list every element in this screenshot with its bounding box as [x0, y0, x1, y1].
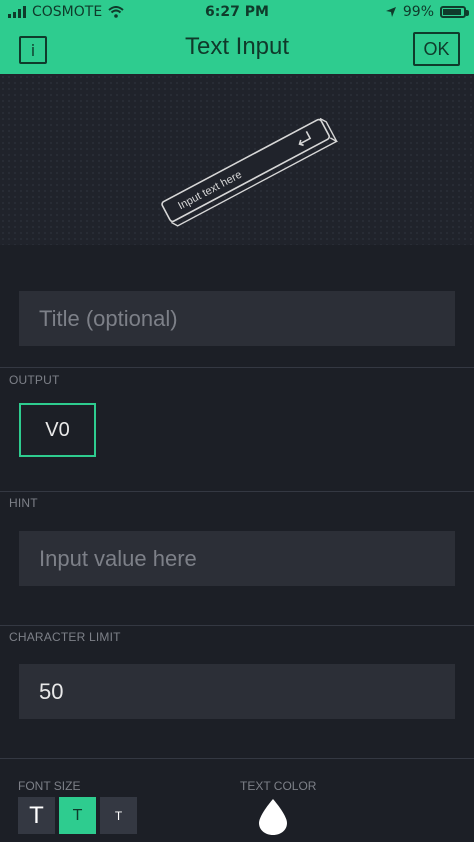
widget-preview: Input text here [0, 74, 474, 245]
output-pin-value: V0 [45, 418, 70, 441]
title-placeholder: Title (optional) [39, 305, 178, 331]
drop-icon[interactable] [255, 797, 291, 837]
hint-label: HINT [9, 496, 38, 510]
app-header: COSMOTE 6:27 PM 99% i Text Input OK [0, 0, 474, 74]
font-size-medium-label: T [72, 806, 83, 824]
battery-percent: 99% [402, 4, 434, 20]
output-label: OUTPUT [9, 373, 60, 387]
title-bar: i Text Input OK [0, 24, 474, 74]
hint-input[interactable]: Input value here [19, 531, 455, 586]
text-input-widget-preview: Input text here [161, 117, 339, 227]
font-size-medium-button[interactable]: T [59, 797, 96, 834]
character-limit-input[interactable]: 50 [19, 664, 455, 719]
divider [0, 625, 474, 626]
font-size-label: FONT SIZE [18, 779, 81, 793]
ok-button[interactable]: OK [413, 32, 460, 66]
page-title: Text Input [184, 33, 290, 60]
hint-placeholder: Input value here [39, 545, 197, 571]
character-limit-label: CHARACTER LIMIT [9, 630, 121, 644]
text-color-label: TEXT COLOR [240, 779, 317, 793]
font-size-large-label: T [29, 801, 44, 829]
divider [0, 758, 474, 759]
location-arrow-icon [385, 7, 396, 17]
ok-label: OK [423, 38, 450, 59]
character-limit-value: 50 [39, 678, 64, 704]
output-pin-button[interactable]: V0 [19, 403, 96, 457]
font-size-small-button[interactable]: T [100, 797, 137, 834]
font-size-large-button[interactable]: T [18, 797, 55, 834]
divider [0, 491, 474, 492]
status-bar: COSMOTE 6:27 PM 99% [0, 0, 474, 24]
title-input[interactable]: Title (optional) [19, 291, 455, 346]
font-size-small-label: T [114, 808, 123, 823]
divider [0, 367, 474, 368]
status-right: 99% [385, 4, 469, 20]
battery-icon [440, 6, 469, 18]
